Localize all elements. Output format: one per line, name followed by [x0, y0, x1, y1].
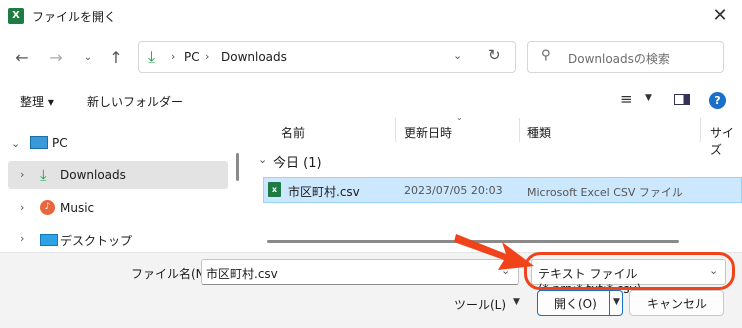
collapse-chevron-icon[interactable]: ›	[20, 232, 24, 245]
open-button-label: 開く(O)	[554, 297, 597, 311]
sidebar-item-music[interactable]: Music	[60, 201, 94, 215]
forward-arrow-icon[interactable]: →	[44, 46, 68, 70]
desktop-icon	[40, 234, 58, 246]
up-arrow-icon[interactable]: ↑	[104, 46, 128, 70]
sidebar-item-desktop[interactable]: デスクトップ	[60, 232, 132, 249]
column-header-name[interactable]: 名前	[281, 124, 305, 141]
group-chevron-icon[interactable]: ⌄	[258, 153, 267, 166]
sidebar-item-pc[interactable]: PC	[52, 136, 68, 150]
open-split-chevron-icon[interactable]: ▼	[613, 297, 620, 307]
back-arrow-icon[interactable]: ←	[10, 46, 34, 70]
group-header[interactable]: 今日 (1)	[273, 152, 322, 171]
view-chevron-icon[interactable]: ▼	[645, 93, 652, 103]
preview-pane-icon[interactable]	[674, 94, 690, 105]
breadcrumb-pc[interactable]: PC	[184, 50, 200, 64]
column-header-type[interactable]: 種類	[527, 124, 551, 141]
recent-chevron-icon[interactable]: ⌄	[76, 46, 100, 70]
open-split-divider	[609, 291, 610, 315]
tools-button[interactable]: ツール(L)	[454, 296, 506, 313]
breadcrumb-downloads[interactable]: Downloads	[221, 50, 287, 64]
file-type: Microsoft Excel CSV ファイル	[527, 186, 683, 199]
filename-value: 市区町村.csv	[206, 267, 278, 281]
music-icon: ♪	[40, 200, 55, 215]
search-icon: ⚲	[541, 48, 551, 63]
download-icon: ⤓	[148, 47, 156, 66]
expand-chevron-icon[interactable]: ⌄	[11, 137, 20, 150]
excel-csv-icon: x	[268, 182, 281, 197]
breadcrumb-chevron-icon[interactable]: ›	[171, 50, 175, 63]
sidebar-item-label: Downloads	[60, 168, 126, 182]
cancel-button-label: キャンセル	[647, 297, 708, 311]
sidebar-scrollbar[interactable]	[236, 153, 239, 181]
annotation-arrow-icon	[454, 234, 534, 270]
column-divider[interactable]	[519, 118, 520, 142]
refresh-icon[interactable]: ↻	[488, 46, 501, 64]
pc-icon	[30, 136, 48, 149]
new-folder-button[interactable]: 新しいフォルダー	[87, 93, 183, 110]
column-header-size[interactable]: サイズ	[710, 124, 742, 158]
column-divider[interactable]	[395, 118, 396, 142]
file-modified: 2023/07/05 20:03	[404, 184, 503, 197]
close-icon[interactable]: ✕	[708, 5, 732, 27]
sort-chevron-icon: ⌄	[456, 113, 463, 122]
file-name: 市区町村.csv	[288, 185, 360, 199]
collapse-chevron-icon[interactable]: ›	[20, 168, 24, 181]
address-dropdown-icon[interactable]: ⌄	[453, 49, 462, 62]
organize-button[interactable]: 整理 ▾	[20, 93, 54, 110]
tools-chevron-icon[interactable]: ▼	[513, 297, 520, 307]
breadcrumb-chevron-icon[interactable]: ›	[205, 50, 209, 63]
search-placeholder: Downloadsの検索	[568, 52, 670, 66]
collapse-chevron-icon[interactable]: ›	[20, 201, 24, 214]
column-header-modified[interactable]: 更新日時	[404, 124, 452, 141]
view-menu-icon[interactable]: ≡	[620, 90, 633, 108]
excel-icon: X	[8, 8, 24, 24]
help-icon[interactable]: ?	[709, 92, 726, 109]
download-icon: ⤓	[40, 166, 47, 184]
highlight-oval	[524, 252, 735, 290]
column-divider[interactable]	[700, 118, 701, 142]
window-title: ファイルを開く	[32, 10, 117, 24]
